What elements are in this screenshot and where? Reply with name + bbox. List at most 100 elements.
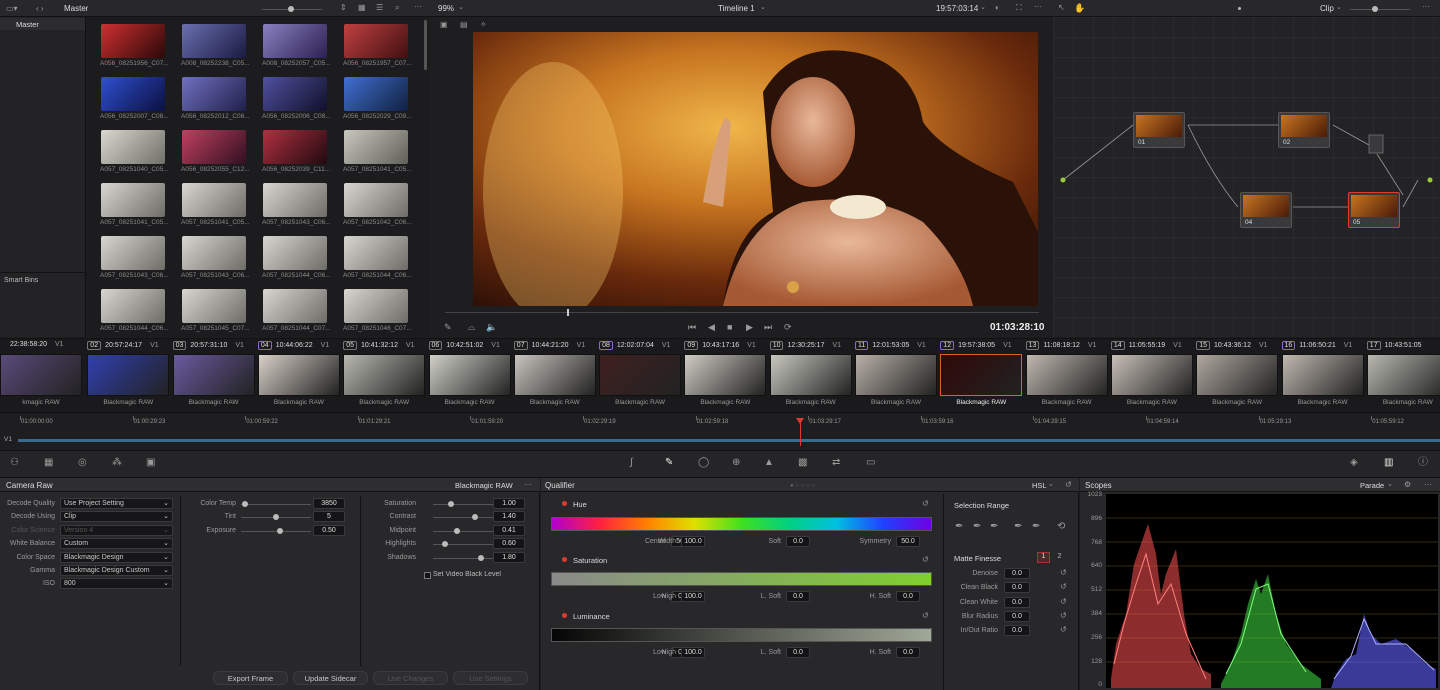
clip-strip-thumbnail[interactable]	[87, 354, 170, 396]
clip-thumbnail[interactable]	[263, 183, 327, 217]
qualifier-field-value[interactable]: 100.0	[681, 647, 705, 658]
media-pool-scrollbar[interactable]	[424, 20, 427, 70]
qualifier-field-value[interactable]: 100.0	[681, 536, 705, 547]
timeline-name[interactable]: Timeline 1	[718, 4, 755, 13]
keyframes-icon[interactable]: ◈	[1350, 458, 1358, 468]
qualifier-field-value[interactable]: 0.0	[896, 591, 920, 602]
rgb-mixer-icon[interactable]: ⁂	[112, 458, 122, 468]
slider-track[interactable]	[433, 530, 493, 532]
clip-thumbnail[interactable]	[101, 183, 165, 217]
slider-track[interactable]	[433, 517, 493, 519]
scopes-mode-chevron-icon[interactable]: ⌄	[1387, 480, 1393, 490]
clip-thumbnail[interactable]	[182, 183, 246, 217]
slider-value[interactable]: 1.40	[493, 511, 525, 523]
slider-knob[interactable]	[454, 527, 460, 534]
curves-icon[interactable]: ∫	[630, 458, 633, 468]
qualifier-mode-chevron-icon[interactable]: ⌄	[1048, 480, 1054, 490]
clip-thumbnail[interactable]	[344, 289, 408, 323]
scrubber-track[interactable]	[445, 312, 1039, 313]
camera-raw-dropdown[interactable]: Version 4 ⌄	[60, 524, 173, 536]
zoom-chevron-icon[interactable]: ⌄	[458, 3, 464, 13]
scopes-mode[interactable]: Parade	[1360, 481, 1384, 490]
clip-thumbnail[interactable]	[344, 130, 408, 164]
clip-strip-thumbnail[interactable]	[1281, 354, 1364, 396]
matte-reset-icon[interactable]: ↺	[1060, 597, 1067, 607]
slider-knob[interactable]	[273, 514, 279, 521]
hue-bar[interactable]	[551, 517, 932, 531]
qualifier-field-value[interactable]: 100.0	[681, 591, 705, 602]
clip-thumbnail[interactable]	[182, 24, 246, 58]
viewer-loop-icon[interactable]: ⌓	[468, 322, 475, 332]
play-icon[interactable]: ▶	[746, 322, 753, 332]
slider-value[interactable]: 3850	[313, 498, 345, 509]
node-01[interactable]: 01	[1133, 112, 1185, 148]
qualifier-page-dots[interactable]: ● ○ ○ ○ ○	[790, 483, 815, 489]
node-mode-chevron-icon[interactable]: ⌄	[1336, 3, 1342, 13]
camera-raw-options-icon[interactable]: ···	[524, 480, 532, 490]
magic-mask-icon[interactable]: ▲	[764, 458, 774, 468]
matte-tab-1[interactable]: 1	[1037, 552, 1050, 563]
clip-strip-thumbnail[interactable]	[1366, 354, 1440, 396]
color-wheels-icon[interactable]: ◎	[78, 458, 87, 468]
split-view-icon[interactable]: ▤	[460, 20, 468, 30]
slider-track[interactable]	[433, 504, 493, 505]
matte-value[interactable]: 0.0	[1004, 625, 1030, 637]
clip-thumbnail[interactable]	[182, 289, 246, 323]
clip-strip-thumbnail[interactable]	[1196, 354, 1279, 396]
picker-icon[interactable]: ✒	[955, 522, 963, 532]
timeline-chevron-icon[interactable]: ⌄	[760, 3, 766, 13]
qualifier-field-value[interactable]: 0.0	[896, 647, 920, 658]
slider-knob[interactable]	[442, 541, 448, 548]
clip-thumbnail[interactable]	[101, 24, 165, 58]
slider-value[interactable]: 1.80	[493, 551, 525, 563]
camera-raw-dropdown[interactable]: Blackmagic Design ⌄	[60, 551, 173, 563]
playhead-marker[interactable]	[796, 418, 804, 424]
clip-strip-thumbnail[interactable]	[855, 354, 937, 396]
viewer-image[interactable]	[473, 32, 1038, 306]
camera-raw-dropdown[interactable]: Use Project Setting ⌄	[60, 498, 173, 509]
clip-strip-thumbnail[interactable]	[1110, 354, 1193, 396]
clip-strip-thumbnail[interactable]	[513, 354, 596, 396]
invert-icon[interactable]: ⟲	[1057, 522, 1065, 532]
clip-thumbnail[interactable]	[263, 236, 327, 270]
sat-reset-icon[interactable]: ↺	[922, 555, 929, 565]
loop-icon[interactable]: ⟳	[784, 322, 792, 332]
hand-tool-icon[interactable]: ✋	[1074, 3, 1085, 13]
picker-minus-icon[interactable]: ✒	[973, 522, 981, 532]
matte-value[interactable]: 0.0	[1004, 610, 1030, 622]
highlight-icon[interactable]: ✧	[480, 20, 487, 30]
sidebar-toggle-icon[interactable]: ▭▾	[6, 4, 18, 14]
qualifier-field-value[interactable]: 0.0	[786, 591, 810, 602]
list-view-icon[interactable]: ☰	[376, 3, 383, 13]
camera-raw-button[interactable]: Use Changes	[373, 671, 448, 685]
eyedropper-icon[interactable]: ✎	[444, 322, 452, 332]
qualifier-reset-icon[interactable]: ↺	[1065, 480, 1072, 490]
camera-raw-dropdown[interactable]: 800 ⌄	[60, 578, 173, 590]
matte-value[interactable]: 0.0	[1004, 568, 1030, 579]
clip-strip-thumbnail[interactable]	[684, 354, 767, 396]
camera-raw-button[interactable]: Use Settings	[453, 671, 528, 685]
hue-reset-icon[interactable]: ↺	[922, 499, 929, 509]
sat-enable-dot[interactable]	[562, 557, 567, 562]
grid-view-icon[interactable]: ▦	[358, 3, 366, 13]
viewer-zoom[interactable]: 99%	[438, 4, 454, 13]
slider-value[interactable]: 0.60	[493, 538, 525, 550]
camera-raw-button[interactable]: Update Sidecar	[293, 671, 368, 685]
camera-raw-icon[interactable]: ⚇	[10, 458, 19, 468]
picker-plus-icon[interactable]: ✒	[990, 522, 998, 532]
play-reverse-icon[interactable]: ◀	[708, 322, 715, 332]
sat-bar[interactable]	[551, 572, 932, 586]
search-icon[interactable]: ⌕	[395, 3, 399, 13]
matte-value[interactable]: 0.0	[1004, 596, 1030, 608]
skip-start-icon[interactable]: ⏮	[688, 322, 696, 332]
scrubber-playhead[interactable]	[567, 309, 569, 316]
nav-back-icon[interactable]: ‹ ›	[36, 4, 44, 14]
node-05[interactable]: 05	[1348, 192, 1400, 228]
matte-reset-icon[interactable]: ↺	[1060, 582, 1067, 592]
lum-reset-icon[interactable]: ↺	[922, 611, 929, 621]
qualifier-mode[interactable]: HSL	[1032, 481, 1047, 490]
clip-thumbnail[interactable]	[263, 77, 327, 111]
slider-value[interactable]: 5	[313, 511, 345, 523]
clip-strip-thumbnail[interactable]	[1025, 354, 1108, 396]
node-02[interactable]: 02	[1278, 112, 1330, 148]
